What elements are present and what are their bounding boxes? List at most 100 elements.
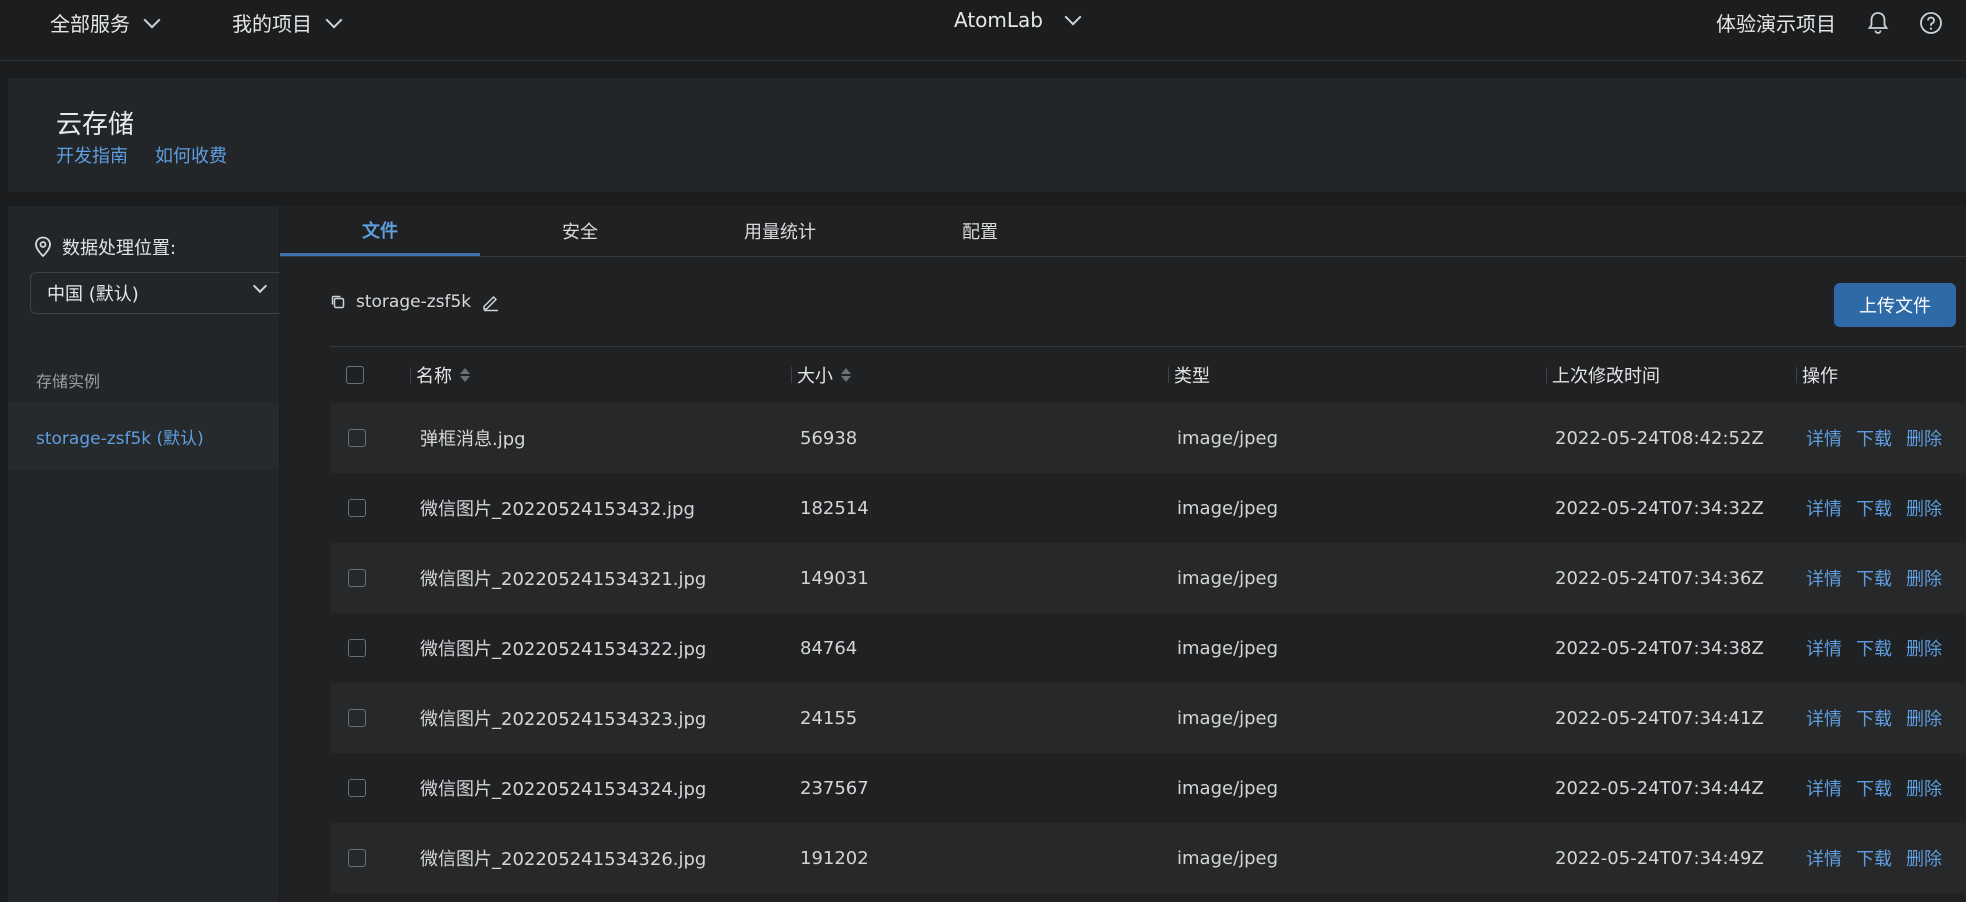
column-header-actions: 操作 xyxy=(1796,347,1838,403)
location-pin-icon xyxy=(35,236,51,258)
download-link[interactable]: 下载 xyxy=(1856,495,1892,521)
column-header-modified: 上次修改时间 xyxy=(1546,347,1660,403)
demo-project-label: 体验演示项目 xyxy=(1716,12,1836,36)
location-label: 数据处理位置: xyxy=(62,238,177,259)
delete-link[interactable]: 删除 xyxy=(1906,775,1942,801)
file-type: image/jpeg xyxy=(1177,567,1279,589)
table-row: 微信图片_202205241534321.jpg 149031 image/jp… xyxy=(330,543,1966,613)
file-modified: 2022-05-24T07:34:41Z xyxy=(1555,707,1764,729)
row-checkbox[interactable] xyxy=(348,569,366,587)
page-title: 云存储 xyxy=(56,110,135,140)
help-icon[interactable] xyxy=(1918,10,1944,36)
file-modified: 2022-05-24T07:34:36Z xyxy=(1555,567,1764,589)
details-link[interactable]: 详情 xyxy=(1806,565,1842,591)
delete-link[interactable]: 删除 xyxy=(1906,845,1942,871)
file-size: 56938 xyxy=(800,427,858,449)
table-row: 微信图片_20220524153432.jpg 182514 image/jpe… xyxy=(330,473,1966,543)
file-type: image/jpeg xyxy=(1177,707,1279,729)
file-name: 微信图片_20220524153432.jpg xyxy=(420,499,695,520)
details-link[interactable]: 详情 xyxy=(1806,425,1842,451)
storage-instances-label: 存储实例 xyxy=(36,372,101,391)
file-size: 182514 xyxy=(800,497,869,519)
location-select[interactable]: 中国 (默认) xyxy=(30,272,284,314)
file-size: 237567 xyxy=(800,777,869,799)
delete-link[interactable]: 删除 xyxy=(1906,495,1942,521)
file-type: image/jpeg xyxy=(1177,427,1279,449)
file-modified: 2022-05-24T08:42:52Z xyxy=(1555,427,1764,449)
dev-guide-link[interactable]: 开发指南 xyxy=(56,142,128,168)
table-row: 微信图片_202205241534323.jpg 24155 image/jpe… xyxy=(330,683,1966,753)
chevron-down-icon xyxy=(1064,8,1082,26)
file-modified: 2022-05-24T07:34:44Z xyxy=(1555,777,1764,799)
file-name: 微信图片_202205241534324.jpg xyxy=(420,779,707,800)
file-modified: 2022-05-24T07:34:32Z xyxy=(1555,497,1764,519)
delete-link[interactable]: 删除 xyxy=(1906,635,1942,661)
tab-config[interactable]: 配置 xyxy=(880,206,1080,256)
table-row: 弹框消息.jpg 56938 image/jpeg 2022-05-24T08:… xyxy=(330,403,1966,473)
row-checkbox[interactable] xyxy=(348,429,366,447)
chevron-down-icon xyxy=(143,11,161,28)
bell-icon[interactable] xyxy=(1865,10,1891,36)
file-type: image/jpeg xyxy=(1177,497,1279,519)
main-panel: 文件 安全 用量统计 配置 storage-zsf5k 上传文件 名称 大小 类… xyxy=(280,206,1966,902)
row-checkbox[interactable] xyxy=(348,779,366,797)
tab-security[interactable]: 安全 xyxy=(480,206,680,256)
details-link[interactable]: 详情 xyxy=(1806,845,1842,871)
tab-bar: 文件 安全 用量统计 配置 xyxy=(280,206,1966,257)
details-link[interactable]: 详情 xyxy=(1806,775,1842,801)
file-name: 弹框消息.jpg xyxy=(420,429,526,450)
tab-files[interactable]: 文件 xyxy=(280,206,480,256)
details-link[interactable]: 详情 xyxy=(1806,495,1842,521)
sidebar-item-storage-instance[interactable]: storage-zsf5k (默认) xyxy=(8,402,279,470)
download-link[interactable]: 下载 xyxy=(1856,775,1892,801)
download-link[interactable]: 下载 xyxy=(1856,705,1892,731)
row-checkbox[interactable] xyxy=(348,849,366,867)
table-row: 微信图片_202205241534326.jpg 191202 image/jp… xyxy=(330,823,1966,893)
table-row: 微信图片_202205241534322.jpg 84764 image/jpe… xyxy=(330,613,1966,683)
column-header-size[interactable]: 大小 xyxy=(791,347,851,403)
file-type: image/jpeg xyxy=(1177,637,1279,659)
sort-icon[interactable] xyxy=(460,368,470,382)
select-all-checkbox[interactable] xyxy=(346,366,364,384)
my-projects-label: 我的项目 xyxy=(232,12,312,36)
sort-icon[interactable] xyxy=(841,368,851,382)
top-bar: 全部服务 我的项目 AtomLab 体验演示项目 xyxy=(0,0,1966,61)
file-modified: 2022-05-24T07:34:49Z xyxy=(1555,847,1764,869)
column-header-size-label: 大小 xyxy=(797,366,833,387)
row-checkbox[interactable] xyxy=(348,499,366,517)
column-header-name-label: 名称 xyxy=(416,366,452,387)
tab-usage[interactable]: 用量统计 xyxy=(680,206,880,256)
app-name: AtomLab xyxy=(954,8,1043,32)
page-header: 云存储 开发指南 如何收费 xyxy=(8,78,1966,192)
upload-file-button[interactable]: 上传文件 xyxy=(1834,283,1956,327)
all-services-label: 全部服务 xyxy=(50,12,130,36)
column-header-name[interactable]: 名称 xyxy=(410,347,470,403)
file-type: image/jpeg xyxy=(1177,847,1279,869)
download-link[interactable]: 下载 xyxy=(1856,635,1892,661)
pricing-link[interactable]: 如何收费 xyxy=(155,142,227,168)
details-link[interactable]: 详情 xyxy=(1806,705,1842,731)
delete-link[interactable]: 删除 xyxy=(1906,705,1942,731)
download-link[interactable]: 下载 xyxy=(1856,565,1892,591)
copy-icon[interactable] xyxy=(330,294,346,310)
download-link[interactable]: 下载 xyxy=(1856,845,1892,871)
bucket-name: storage-zsf5k xyxy=(356,292,472,312)
details-link[interactable]: 详情 xyxy=(1806,635,1842,661)
all-services-menu[interactable]: 全部服务 xyxy=(50,8,161,37)
app-switcher[interactable]: AtomLab xyxy=(954,8,1082,32)
file-name: 微信图片_202205241534321.jpg xyxy=(420,569,707,590)
download-link[interactable]: 下载 xyxy=(1856,425,1892,451)
row-checkbox[interactable] xyxy=(348,639,366,657)
my-projects-menu[interactable]: 我的项目 xyxy=(232,8,343,37)
chevron-down-icon xyxy=(325,11,343,28)
row-checkbox[interactable] xyxy=(348,709,366,727)
demo-project-link[interactable]: 体验演示项目 xyxy=(1716,8,1836,37)
delete-link[interactable]: 删除 xyxy=(1906,565,1942,591)
table-header: 名称 大小 类型 上次修改时间 操作 xyxy=(330,346,1966,403)
edit-icon[interactable] xyxy=(481,292,501,312)
file-size: 24155 xyxy=(800,707,858,729)
location-label-row: 数据处理位置: xyxy=(34,234,176,260)
file-size: 149031 xyxy=(800,567,869,589)
file-name: 微信图片_202205241534326.jpg xyxy=(420,849,707,870)
delete-link[interactable]: 删除 xyxy=(1906,425,1942,451)
